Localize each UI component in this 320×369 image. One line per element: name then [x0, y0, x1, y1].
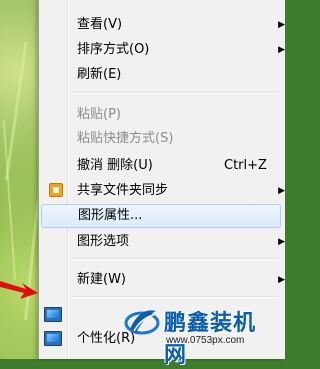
menu-item-label: 新建(W) [77, 272, 126, 287]
submenu-arrow-icon: ▶ [278, 186, 285, 196]
menu-item-new[interactable]: 新建(W) ▶ [41, 269, 285, 291]
menu-item-shared-folder-sync[interactable]: 共享文件夹同步 ▶ [41, 180, 285, 202]
menu-item-paste[interactable]: 粘贴(P) [41, 104, 281, 126]
menu-item-undo-delete[interactable]: 撤消 删除(U) Ctrl+Z [41, 155, 281, 177]
submenu-arrow-icon: ▶ [278, 237, 285, 247]
menu-item-label: 粘贴(P) [77, 107, 121, 122]
menu-item-label: 图形选项 [77, 234, 130, 249]
menu-item-label: 查看(V) [77, 17, 123, 32]
personalize-icon [44, 331, 62, 346]
menu-item-label: 排序方式(O) [77, 42, 150, 57]
watermark-logo-icon [124, 310, 160, 335]
menu-item-graphics-properties[interactable]: 图形属性... [41, 204, 281, 228]
menu-item-paste-shortcut[interactable]: 粘贴快捷方式(S) [41, 128, 281, 150]
site-watermark: 鹏鑫装机网 www.0753px.com [122, 297, 277, 368]
menu-item-label: 撤消 删除(U) [77, 158, 153, 173]
submenu-arrow-icon: ▶ [278, 275, 285, 285]
menu-item-label: 图形属性... [78, 208, 143, 223]
red-arrow-icon [0, 281, 38, 299]
menu-item-refresh[interactable]: 刷新(E) [41, 64, 281, 86]
menu-item-label: 刷新(E) [77, 67, 122, 82]
watermark-url: www.0753px.com [166, 335, 245, 346]
menu-item-shortcut: Ctrl+Z [224, 158, 267, 173]
menu-item-graphics-options[interactable]: 图形选项 ▶ [41, 231, 285, 253]
screen-resolution-icon [44, 307, 62, 322]
menu-item-label: 粘贴快捷方式(S) [77, 131, 174, 146]
menu-item-view[interactable]: 查看(V) ▶ [41, 14, 285, 36]
menu-item-sort-by[interactable]: 排序方式(O) ▶ [41, 39, 285, 61]
submenu-arrow-icon: ▶ [278, 45, 285, 55]
menu-separator [71, 258, 279, 260]
grass-blade [5, 41, 28, 181]
menu-item-label: 共享文件夹同步 [77, 183, 169, 198]
menu-separator [71, 92, 279, 94]
submenu-arrow-icon: ▶ [278, 20, 285, 30]
shared-folder-sync-icon [49, 183, 63, 197]
